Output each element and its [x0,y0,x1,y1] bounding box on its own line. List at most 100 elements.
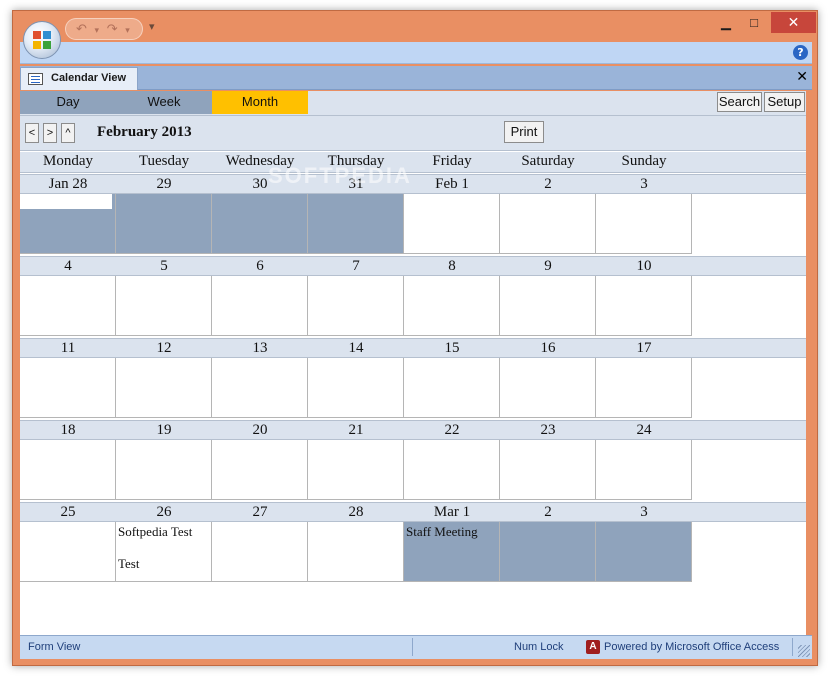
day-cell[interactable] [596,194,692,254]
date-number: 16 [540,340,556,356]
date-number: 19 [156,422,172,438]
view-switcher: Day Week Month Search Setup [20,91,806,115]
day-cell[interactable] [212,358,308,418]
day-cell[interactable] [212,194,308,254]
date-number: Jan 28 [48,176,88,192]
date-number: 15 [444,340,460,356]
day-cell[interactable] [20,440,116,500]
week-date-row: 18 19 20 21 22 23 24 [20,420,806,440]
weekday-friday: Friday [432,153,472,169]
access-window: ↶ ▾ ↷ ▾ ▾ ▁ □ ✕ ? Calendar View ✕ Day We… [12,10,818,666]
day-cell[interactable] [116,276,212,336]
day-cell[interactable] [308,522,404,582]
search-button[interactable]: Search [717,92,762,112]
day-cell[interactable] [20,358,116,418]
day-cell[interactable] [212,440,308,500]
weekday-monday: Monday [43,153,93,169]
day-cell[interactable] [20,522,116,582]
date-number: 27 [252,504,268,520]
day-cell[interactable] [308,358,404,418]
day-cell[interactable] [308,440,404,500]
close-document-icon[interactable]: ✕ [796,68,808,85]
day-cell[interactable] [116,440,212,500]
date-number: Mar 1 [433,504,471,520]
print-button[interactable]: Print [504,121,544,143]
help-icon[interactable]: ? [793,45,808,60]
day-cell[interactable] [404,358,500,418]
date-number: 8 [448,258,456,274]
week-date-row: 25 26 27 28 Mar 1 2 3 [20,502,806,522]
day-cell[interactable] [500,276,596,336]
day-cell[interactable] [404,440,500,500]
today-button[interactable]: ^ [61,123,75,143]
num-lock-indicator: Num Lock [514,641,564,653]
day-cell[interactable]: Softpedia Test Test [116,522,212,582]
tab-day[interactable]: Day [20,91,116,114]
previous-month-button[interactable]: < [25,123,39,143]
ribbon-strip: ? [20,42,812,64]
day-cell[interactable] [596,276,692,336]
date-number: 17 [636,340,652,356]
event-entry[interactable]: Test [118,556,139,572]
date-number: 11 [60,340,76,356]
weekday-header: Monday Tuesday Wednesday Thursday Friday… [20,152,806,173]
status-bar: Form View Num Lock A Powered by Microsof… [20,635,812,659]
day-cell[interactable] [116,194,212,254]
day-cell[interactable] [500,440,596,500]
calendar-form: Day Week Month Search Setup < > ^ Februa… [20,91,806,635]
date-number: 23 [540,422,556,438]
form-icon [28,73,43,85]
weekday-saturday: Saturday [521,153,575,169]
day-cell[interactable] [596,522,692,582]
day-cell[interactable] [596,358,692,418]
date-number: 14 [348,340,364,356]
maximize-button[interactable]: □ [741,13,767,33]
redo-icon[interactable]: ↷ [107,21,118,36]
day-cell[interactable] [116,358,212,418]
next-month-button[interactable]: > [43,123,57,143]
close-window-button[interactable]: ✕ [771,12,816,33]
day-cell[interactable] [500,522,596,582]
chevron-down-icon[interactable]: ▾ [95,25,100,35]
day-cell[interactable] [404,194,500,254]
date-number: 18 [60,422,76,438]
date-number: 12 [156,340,172,356]
undo-icon[interactable]: ↶ [76,21,87,36]
week-date-row: 4 5 6 7 8 9 10 [20,256,806,276]
day-cell[interactable]: Staff Meeting [404,522,500,582]
date-number: 13 [252,340,268,356]
navigation-bar: < > ^ February 2013 Print [20,115,806,151]
week-date-row: Jan 28 29 30 31 Feb 123 [20,174,806,194]
office-logo-icon [33,31,51,49]
date-number: 20 [252,422,268,438]
tab-month[interactable]: Month [212,91,308,114]
minimize-button[interactable]: ▁ [713,13,739,33]
day-cell[interactable] [404,276,500,336]
day-cell[interactable] [20,276,116,336]
day-cell[interactable] [212,522,308,582]
tab-calendar-view[interactable]: Calendar View [20,67,138,90]
day-cell[interactable] [596,440,692,500]
day-cell[interactable] [308,194,404,254]
softpedia-watermark: SOFTPEDIA [268,163,412,188]
customize-toolbar-icon[interactable]: ▾ [149,20,155,33]
setup-button[interactable]: Setup [764,92,805,112]
date-number: 3 [640,504,648,520]
office-button[interactable] [23,21,61,59]
date-number: 6 [256,258,264,274]
date-number: 4 [64,258,72,274]
day-cell[interactable] [308,276,404,336]
powered-by-label: Powered by Microsoft Office Access [604,641,780,653]
resize-grip-icon[interactable] [798,645,810,657]
chevron-down-icon[interactable]: ▾ [125,25,130,35]
event-entry[interactable]: Softpedia Test [118,524,192,540]
weekday-sunday: Sunday [621,153,667,169]
day-cell[interactable] [20,194,116,254]
tab-week[interactable]: Week [116,91,212,114]
week-date-row: 11 12 13 14 15 16 17 [20,338,806,358]
day-cell[interactable] [500,358,596,418]
day-cell[interactable] [212,276,308,336]
event-entry[interactable]: Staff Meeting [406,524,478,540]
date-number: 24 [636,422,652,438]
day-cell[interactable] [500,194,596,254]
